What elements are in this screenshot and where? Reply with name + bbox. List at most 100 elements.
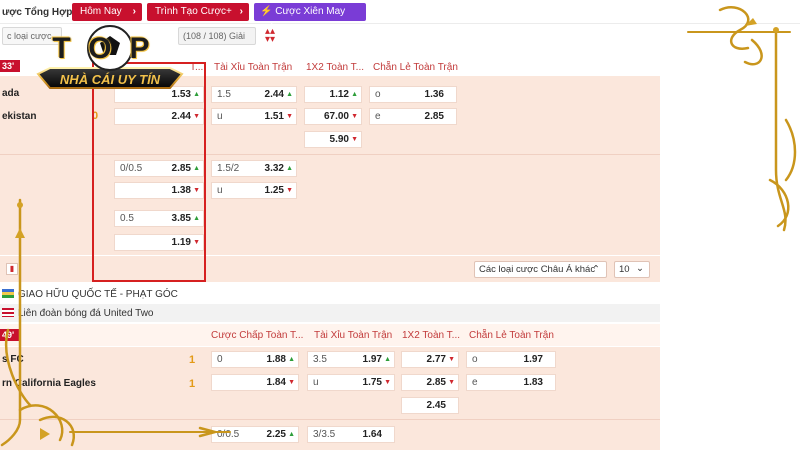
odds-value: 1.88	[266, 354, 286, 365]
team-away: ekistan	[2, 111, 37, 122]
odds-value: 1.75	[362, 377, 382, 388]
arrow-down-icon: ▼	[351, 136, 358, 143]
odds-cell-odd-even[interactable]: e 2.85	[369, 108, 457, 125]
odds-cell-1x2[interactable]: 5.90 ▼	[304, 131, 362, 148]
col-header-odd-even: Chẵn Lẻ Toàn Trận	[469, 330, 554, 341]
sort-icon[interactable]: ▴▴ ▾▾	[265, 27, 291, 46]
arrow-down-icon: ▼	[286, 187, 293, 194]
score-away: 1	[189, 378, 196, 390]
arrow-down-icon: ▼	[448, 356, 455, 363]
odds-value: 5.90	[329, 134, 349, 145]
arrow-up-icon: ▲	[286, 91, 293, 98]
odds-cell-odd-even[interactable]: e 1.83	[466, 374, 556, 391]
match2-header-row: 49' Cược Chấp Toàn T... Tài Xỉu Toàn Trậ…	[0, 324, 660, 346]
odds-value: 2.44	[264, 89, 284, 100]
odds-value: 67.00	[323, 111, 349, 122]
odds-cell-over-under[interactable]: u 1.25 ▼	[211, 182, 297, 199]
col-header-odd-even: Chẵn Lẻ Toàn Trận	[373, 62, 458, 73]
logo-top-text: TOP	[52, 32, 168, 65]
sub-league-row[interactable]: Liên đoàn bóng đá United Two	[0, 304, 660, 322]
arrow-up-icon: ▲	[384, 356, 391, 363]
other-bets-dropdown[interactable]: Các loại cược Châu Á khác ⌃	[474, 261, 607, 278]
arrow-down-icon: ▼	[384, 379, 391, 386]
arrow-up-icon: ▲	[351, 91, 358, 98]
odds-cell-handicap[interactable]: 1.84 ▼	[211, 374, 299, 391]
odds-line: 3.5	[313, 354, 327, 365]
league-count: (108 / 108) Giải	[183, 31, 246, 41]
odds-value: 2.25	[266, 429, 286, 440]
odds-line: 0	[217, 354, 223, 365]
odds-cell-over-under[interactable]: 3.5 1.97 ▲	[307, 351, 395, 368]
tab-today[interactable]: Hôm Nay ›	[72, 3, 142, 21]
odds-cell-1x2[interactable]: 2.85 ▼	[401, 374, 459, 391]
odds-value: 1.83	[523, 377, 543, 388]
odds-line: u	[313, 377, 319, 388]
odds-line: 1.5/2	[217, 163, 240, 174]
odds-line: o	[375, 89, 381, 100]
league-row[interactable]: GIAO HỮU QUỐC TẾ - PHẠT GÓC	[0, 284, 660, 304]
odds-line: 1.5	[217, 89, 231, 100]
arrow-down-icon: ▼	[286, 113, 293, 120]
odds-value: 1.36	[424, 89, 444, 100]
chevron-right-icon: ›	[239, 6, 243, 17]
team-home: s FC	[2, 354, 24, 365]
chevron-right-icon: ›	[132, 6, 136, 17]
arrow-down-icon: ▼	[351, 113, 358, 120]
brand-logo: TOP NHÀ CÁI UY TÍN	[30, 22, 190, 102]
odds-value: 2.77	[426, 354, 446, 365]
odds-cell-over-under[interactable]: 1.5 2.44 ▲	[211, 86, 297, 103]
odds-value: 1.97	[362, 354, 382, 365]
odds-line: o	[472, 354, 478, 365]
odds-value: 2.45	[426, 400, 446, 411]
page-size-value: 10	[619, 264, 630, 275]
arrow-down-icon: ▼	[448, 379, 455, 386]
other-bets-label: Các loại cược Châu Á khác	[479, 264, 596, 275]
sub-league-name: Liên đoàn bóng đá United Two	[18, 308, 154, 319]
page-size-select[interactable]: 10 ⌄	[614, 261, 650, 278]
chevron-up-icon: ⌃	[592, 264, 600, 275]
us-flag-icon	[2, 308, 14, 317]
odds-cell-1x2[interactable]: 1.12 ▲	[304, 86, 362, 103]
team-home: ada	[2, 88, 20, 99]
right-blank-area	[660, 24, 800, 450]
live-time-badge: 49'	[0, 329, 20, 341]
odds-line: e	[375, 111, 381, 122]
odds-cell-odd-even[interactable]: o 1.36	[369, 86, 457, 103]
odds-cell-over-under[interactable]: u 1.51 ▼	[211, 108, 297, 125]
stats-icon[interactable]: ▮	[6, 263, 18, 275]
odds-cell-1x2[interactable]: 2.77 ▼	[401, 351, 459, 368]
odds-cell-odd-even[interactable]: o 1.97	[466, 351, 556, 368]
odds-value: 1.25	[264, 185, 284, 196]
odds-cell-1x2[interactable]: 2.45	[401, 397, 459, 414]
odds-cell-1x2[interactable]: 67.00 ▼	[304, 108, 362, 125]
top-bar: ược Tổng Hợp Hôm Nay › Trình Tạo Cược+ ›…	[0, 0, 800, 35]
odds-value: 1.97	[523, 354, 543, 365]
arrow-up-icon: ▲	[286, 165, 293, 172]
lucky-icon: ⚡	[260, 6, 273, 17]
team-away: rn California Eagles	[2, 378, 96, 389]
arrow-up-icon: ▲	[288, 431, 295, 438]
odds-cell-over-under[interactable]: 3/3.5 1.64	[307, 426, 395, 443]
odds-value: 1.51	[264, 111, 284, 122]
odds-value: 1.12	[329, 89, 349, 100]
score-home: 1	[189, 354, 196, 366]
arrow-up-icon: ▲	[288, 356, 295, 363]
odds-value: 3.32	[264, 163, 284, 174]
flag-icon	[2, 289, 14, 298]
chevron-down-icon: ⌄	[636, 263, 644, 274]
odds-cell-over-under[interactable]: 1.5/2 3.32 ▲	[211, 160, 297, 177]
live-time-badge: 33'	[0, 60, 20, 72]
tab-bet-builder[interactable]: Trình Tạo Cược+ ›	[147, 3, 249, 21]
league-name: GIAO HỮU QUỐC TẾ - PHẠT GÓC	[18, 289, 178, 300]
odds-line: u	[217, 185, 223, 196]
tab-lucky-parlay[interactable]: ⚡ Cược Xiên May Mắn	[254, 3, 366, 35]
col-header-over-under: Tài Xỉu Toàn Trận	[214, 62, 293, 73]
page-title: ược Tổng Hợp	[2, 7, 73, 18]
odds-value: 2.85	[426, 377, 446, 388]
arrow-down-icon: ▼	[288, 379, 295, 386]
odds-line: e	[472, 377, 478, 388]
odds-cell-handicap[interactable]: 0 1.88 ▲	[211, 351, 299, 368]
odds-line: 3/3.5	[313, 429, 336, 440]
odds-cell-handicap[interactable]: 0/0.5 2.25 ▲	[211, 426, 299, 443]
odds-cell-over-under[interactable]: u 1.75 ▼	[307, 374, 395, 391]
